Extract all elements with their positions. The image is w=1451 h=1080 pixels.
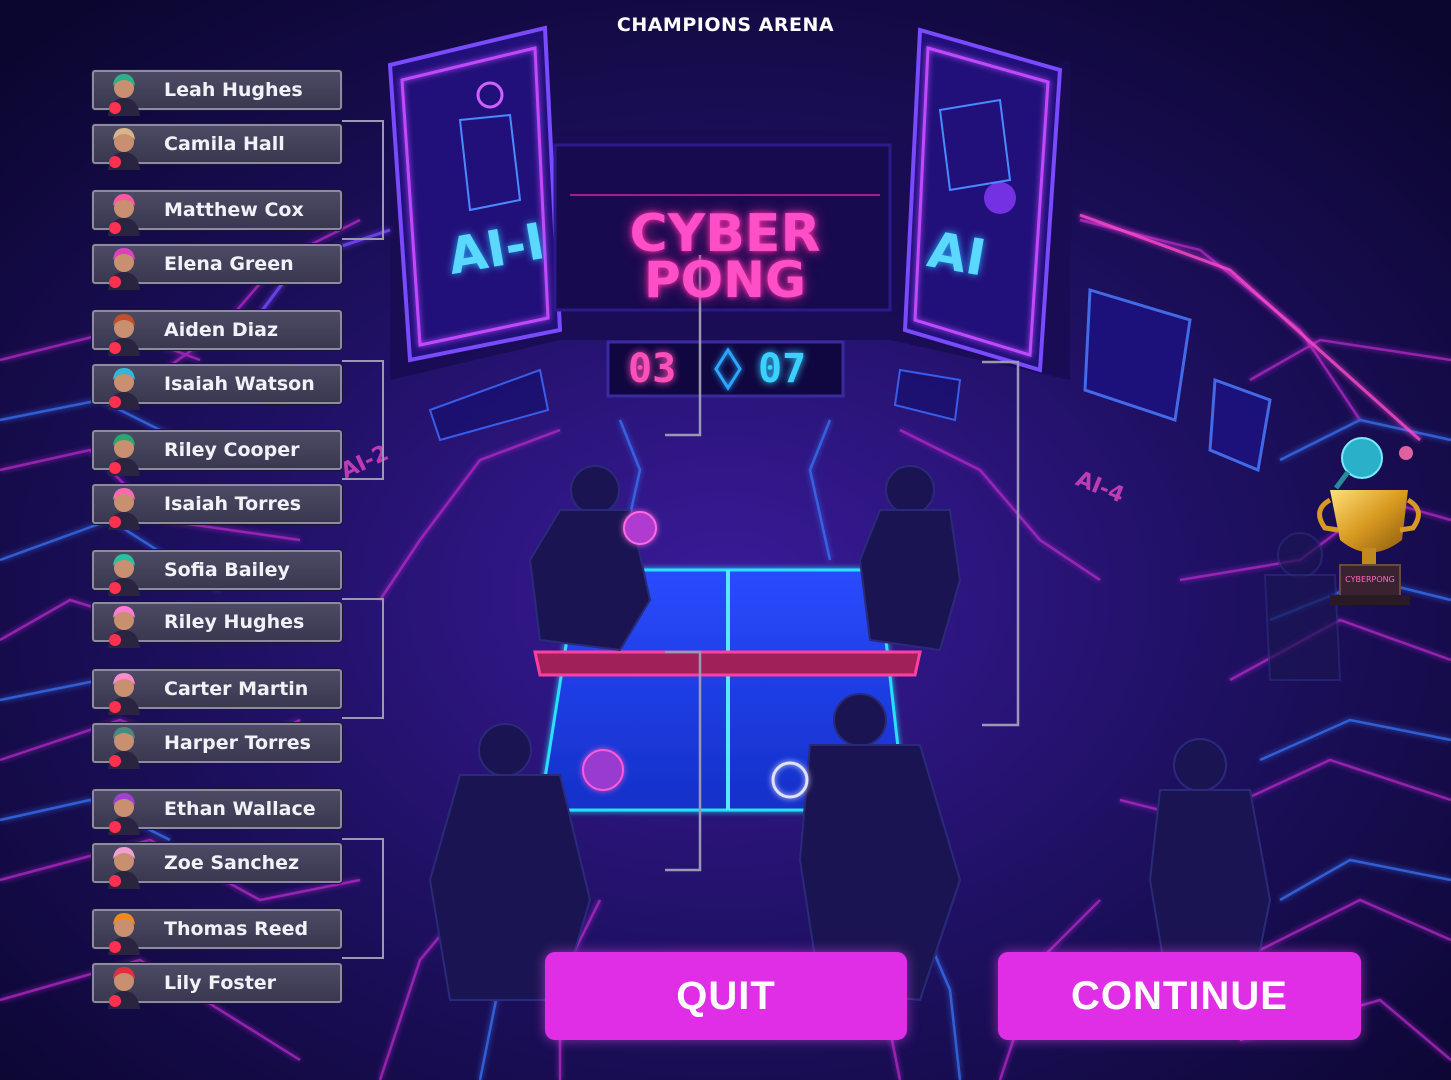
player-name: Thomas Reed [164,918,309,940]
avatar [100,308,148,356]
page-title: CHAMPIONS ARENA [616,14,835,36]
avatar [100,548,148,596]
avatar [100,667,148,715]
player-name: Isaiah Torres [164,493,302,515]
player-name: Zoe Sanchez [164,852,300,874]
player-card[interactable]: Isaiah Watson [92,364,342,410]
avatar [100,188,148,236]
player-card[interactable]: Riley Cooper [92,430,342,476]
player-name: Leah Hughes [164,79,303,101]
avatar [100,787,148,835]
avatar [100,242,148,290]
player-card[interactable]: Elena Green [92,244,342,290]
player-card[interactable]: Leah Hughes [92,70,342,116]
continue-button[interactable]: CONTINUE [998,952,1361,1040]
quit-button[interactable]: QUIT [545,952,907,1040]
avatar [100,961,148,1009]
avatar [100,907,148,955]
player-card[interactable]: Carter Martin [92,669,342,715]
player-card[interactable]: Camila Hall [92,124,342,170]
player-name: Riley Cooper [164,439,300,461]
bracket-connector [342,598,384,719]
player-card[interactable]: Ethan Wallace [92,789,342,835]
avatar [100,68,148,116]
avatar [100,721,148,769]
bracket-connector [342,120,384,240]
avatar [100,841,148,889]
player-name: Camila Hall [164,133,285,155]
player-card[interactable]: Lily Foster [92,963,342,1009]
avatar [100,362,148,410]
left-ai-screen [387,25,563,363]
bracket-connector [342,360,384,480]
player-name: Matthew Cox [164,199,304,221]
player-card[interactable]: Aiden Diaz [92,310,342,356]
player-card[interactable]: Isaiah Torres [92,484,342,530]
player-name: Aiden Diaz [164,319,279,341]
player-name: Carter Martin [164,678,309,700]
player-card[interactable]: Matthew Cox [92,190,342,236]
player-card[interactable]: Harper Torres [92,723,342,769]
avatar [100,122,148,170]
player-name: Elena Green [164,253,294,275]
player-name: Isaiah Watson [164,373,315,395]
screen-right-label: AI [923,220,990,288]
player-name: Ethan Wallace [164,798,316,820]
player-name: Lily Foster [164,972,277,994]
score-left: 03 [628,346,677,392]
avatar [100,600,148,648]
score-right: 07 [758,346,807,392]
player-name: Harper Torres [164,732,311,754]
right-ai-screen [902,27,1063,373]
player-name: Sofia Bailey [164,559,290,581]
player-name: Riley Hughes [164,611,305,633]
avatar [100,428,148,476]
bracket-connector [342,838,384,959]
player-card[interactable]: Sofia Bailey [92,550,342,596]
player-card[interactable]: Thomas Reed [92,909,342,955]
logo-line-2: PONG [643,251,807,309]
avatar [100,482,148,530]
trophy-plate-label: CYBERPONG [1345,575,1395,584]
player-card[interactable]: Zoe Sanchez [92,843,342,889]
player-card[interactable]: Riley Hughes [92,602,342,648]
